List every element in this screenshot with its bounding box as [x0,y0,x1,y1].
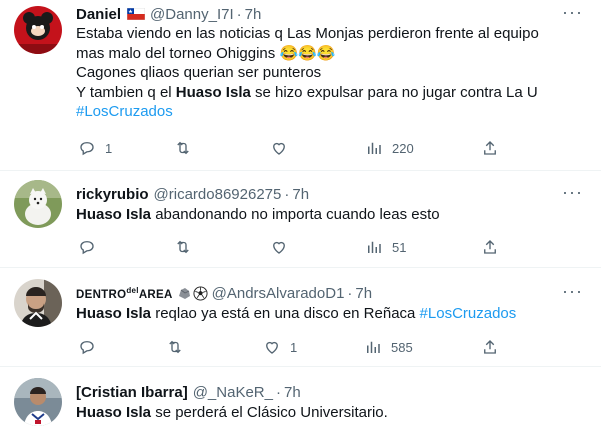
display-name[interactable]: Daniel [76,6,121,23]
views-button[interactable]: 51 [365,237,406,257]
reply-icon [80,241,94,255]
views-icon [368,142,381,154]
retweet-button[interactable] [174,138,192,158]
retweet-button[interactable] [166,337,184,357]
user-handle[interactable]: @AndrsAlvaradoD1 [212,285,345,302]
retweet-button[interactable] [174,237,192,257]
views-icon [368,241,381,253]
tweet-header: [Cristian Ibarra] @_NaKeR_ · 7h [76,382,301,402]
tweet-line: Cagones qliaos querian ser punteros [76,64,322,81]
reply-button[interactable]: 1 [78,138,112,158]
share-button[interactable] [481,237,499,257]
views-button[interactable]: 220 [365,138,414,158]
views-count: 220 [392,140,414,156]
avatar[interactable] [14,180,62,228]
separator-dot: · [284,185,290,203]
retweet-icon [177,240,189,254]
avatar[interactable] [14,279,62,327]
heart-icon [266,341,278,354]
tweet-card[interactable]: rickyrubio @ricardo86926275 · 7h ··· Hua… [0,170,601,268]
reply-icon [80,142,94,156]
tweet-line: #LosCruzados [76,102,586,122]
retweet-icon [177,141,189,155]
like-count: 1 [290,339,298,355]
tweet-line: Y tambien q el Huaso Isla se hizo expuls… [76,83,538,101]
tweet-card[interactable]: [Cristian Ibarra] @_NaKeR_ · 7h Huaso Is… [0,366,601,437]
mention-bold: Huaso Isla [175,83,251,101]
more-options-icon[interactable]: ··· [562,3,583,21]
tweet-text: Huaso Isla abandonando no importa cuando… [76,206,440,223]
tweet-header: DENTROdelAREA @AndrsAlvaradoD1 · 7h [76,283,372,303]
heart-icon [273,142,285,155]
avatar[interactable] [14,6,62,54]
tweet-line: mas malo del torneo Ohiggins 😂😂😂 [76,44,336,62]
tweet-card[interactable]: DENTROdelAREA @AndrsAlvaradoD1 · 7h ··· … [0,267,601,367]
user-handle[interactable]: @_NaKeR_ [193,384,273,401]
more-options-icon[interactable]: ··· [562,282,583,300]
mention-bold: Huaso Isla [76,404,152,421]
views-count: 51 [392,239,407,255]
share-icon [484,240,496,254]
mention-bold: Huaso Isla [76,206,152,223]
separator-dot: · [236,5,242,23]
tweet-actions: 1 220 [76,138,516,158]
user-handle[interactable]: @Danny_I7I [150,6,234,23]
share-button[interactable] [481,138,499,158]
timestamp[interactable]: 7h [284,384,301,401]
tweet-text: Estaba viendo en las noticias q Las Monj… [76,24,586,122]
tweet-actions: 1 585 [76,337,516,357]
display-name[interactable]: rickyrubio [76,186,149,203]
share-icon [484,141,496,155]
rock-emoji-icon [177,286,191,300]
laughing-emoji-icon: 😂😂😂 [279,44,336,62]
retweet-icon [169,340,181,354]
hashtag-link[interactable]: #LosCruzados [420,305,517,322]
share-icon [484,340,496,354]
tweet-feed: Daniel @Danny_I7I · 7h ··· Estaba viendo… [0,0,601,437]
like-button[interactable] [270,237,288,257]
tweet-line: Estaba viendo en las noticias q Las Monj… [76,25,539,42]
tweet-header: rickyrubio @ricardo86926275 · 7h [76,184,309,204]
heart-icon [273,241,285,254]
timestamp[interactable]: 7h [355,285,372,302]
more-options-icon[interactable]: ··· [562,183,583,201]
tweet-card[interactable]: Daniel @Danny_I7I · 7h ··· Estaba viendo… [0,0,601,171]
mention-bold: Huaso Isla [76,305,152,322]
user-handle[interactable]: @ricardo86926275 [154,186,282,203]
display-name[interactable]: DENTROdelAREA [76,286,173,301]
tweet-header: Daniel @Danny_I7I · 7h [76,4,261,24]
tweet-actions: 51 [76,237,516,257]
reply-button[interactable] [78,337,96,357]
separator-dot: · [275,383,281,401]
tweet-text: Huaso Isla reqlao ya está en una disco e… [76,305,517,322]
display-name[interactable]: [Cristian Ibarra] [76,384,188,401]
tweet-text: Huaso Isla se perderá el Clásico Univers… [76,404,388,421]
like-button[interactable]: 1 [263,337,297,357]
reply-icon [80,341,94,355]
chile-flag-icon [127,8,146,20]
avatar[interactable] [14,378,62,426]
timestamp[interactable]: 7h [245,6,262,23]
like-button[interactable] [270,138,288,158]
hashtag-link[interactable]: #LosCruzados [76,103,173,120]
reply-button[interactable] [78,237,96,257]
share-button[interactable] [481,337,499,357]
timestamp[interactable]: 7h [292,186,309,203]
views-icon [367,341,380,353]
separator-dot: · [347,284,353,302]
views-count: 585 [391,339,413,355]
soccer-ball-icon [193,285,208,301]
views-button[interactable]: 585 [364,337,413,357]
reply-count: 1 [105,140,113,156]
